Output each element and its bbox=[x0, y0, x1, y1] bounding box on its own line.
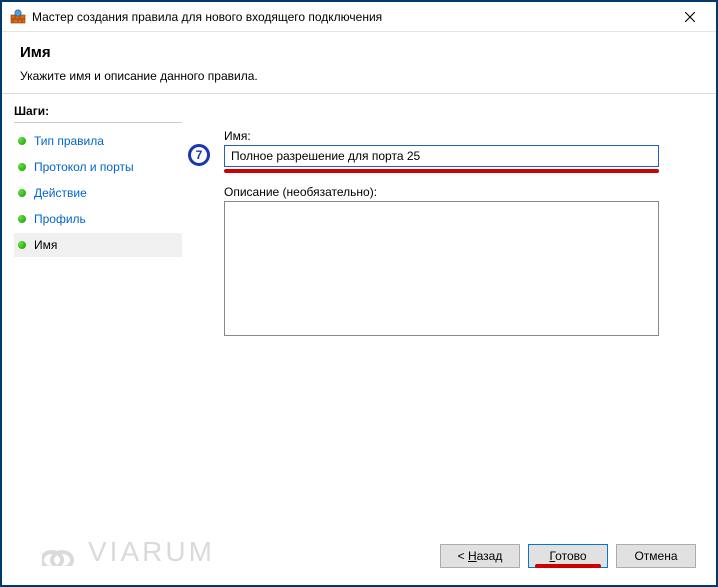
firewall-icon bbox=[10, 9, 26, 25]
wizard-header: Имя Укажите имя и описание данного прави… bbox=[2, 32, 716, 94]
step-label: Тип правила bbox=[34, 134, 104, 148]
bullet-icon bbox=[18, 215, 26, 223]
step-label: Протокол и порты bbox=[34, 160, 134, 174]
watermark-text: VIARUM bbox=[88, 536, 215, 568]
wizard-footer: VIARUM < Назад Готово Отмена bbox=[2, 532, 716, 580]
close-icon bbox=[685, 12, 695, 22]
step-label: Имя bbox=[34, 238, 57, 252]
bullet-icon bbox=[18, 241, 26, 249]
close-button[interactable] bbox=[667, 3, 712, 31]
bullet-icon bbox=[18, 137, 26, 145]
name-input[interactable] bbox=[224, 145, 659, 167]
cancel-button[interactable]: Отмена bbox=[616, 544, 696, 568]
name-label: Имя: bbox=[224, 129, 668, 143]
step-label: Действие bbox=[34, 186, 87, 200]
back-button[interactable]: < Назад bbox=[440, 544, 520, 568]
bullet-icon bbox=[18, 163, 26, 171]
description-label: Описание (необязательно): bbox=[224, 185, 668, 199]
description-input[interactable] bbox=[224, 201, 659, 336]
steps-title: Шаги: bbox=[14, 104, 182, 123]
finish-button[interactable]: Готово bbox=[528, 544, 608, 568]
step-action[interactable]: Действие bbox=[14, 181, 182, 205]
page-subtitle: Укажите имя и описание данного правила. bbox=[20, 69, 698, 83]
step-label: Профиль bbox=[34, 212, 86, 226]
finish-button-label: Готово bbox=[549, 549, 586, 563]
bullet-icon bbox=[18, 189, 26, 197]
titlebar: Мастер создания правила для нового входя… bbox=[2, 2, 716, 32]
steps-sidebar: Шаги: Тип правила Протокол и порты Дейст… bbox=[2, 94, 192, 532]
back-button-label: < Назад bbox=[458, 549, 503, 563]
step-profile[interactable]: Профиль bbox=[14, 207, 182, 231]
annotation-underline bbox=[224, 169, 659, 173]
window-title: Мастер создания правила для нового входя… bbox=[32, 10, 667, 24]
watermark: VIARUM bbox=[42, 536, 215, 568]
step-protocol-ports[interactable]: Протокол и порты bbox=[14, 155, 182, 179]
page-title: Имя bbox=[20, 44, 698, 61]
name-field-block: Имя: Описание (необязательно): bbox=[224, 129, 668, 339]
step-name[interactable]: Имя bbox=[14, 233, 182, 257]
main-panel: 7 Имя: Описание (необязательно): bbox=[192, 94, 716, 532]
annotation-badge: 7 bbox=[188, 144, 210, 166]
annotation-underline bbox=[535, 564, 601, 568]
wizard-body: Шаги: Тип правила Протокол и порты Дейст… bbox=[2, 94, 716, 532]
step-rule-type[interactable]: Тип правила bbox=[14, 129, 182, 153]
